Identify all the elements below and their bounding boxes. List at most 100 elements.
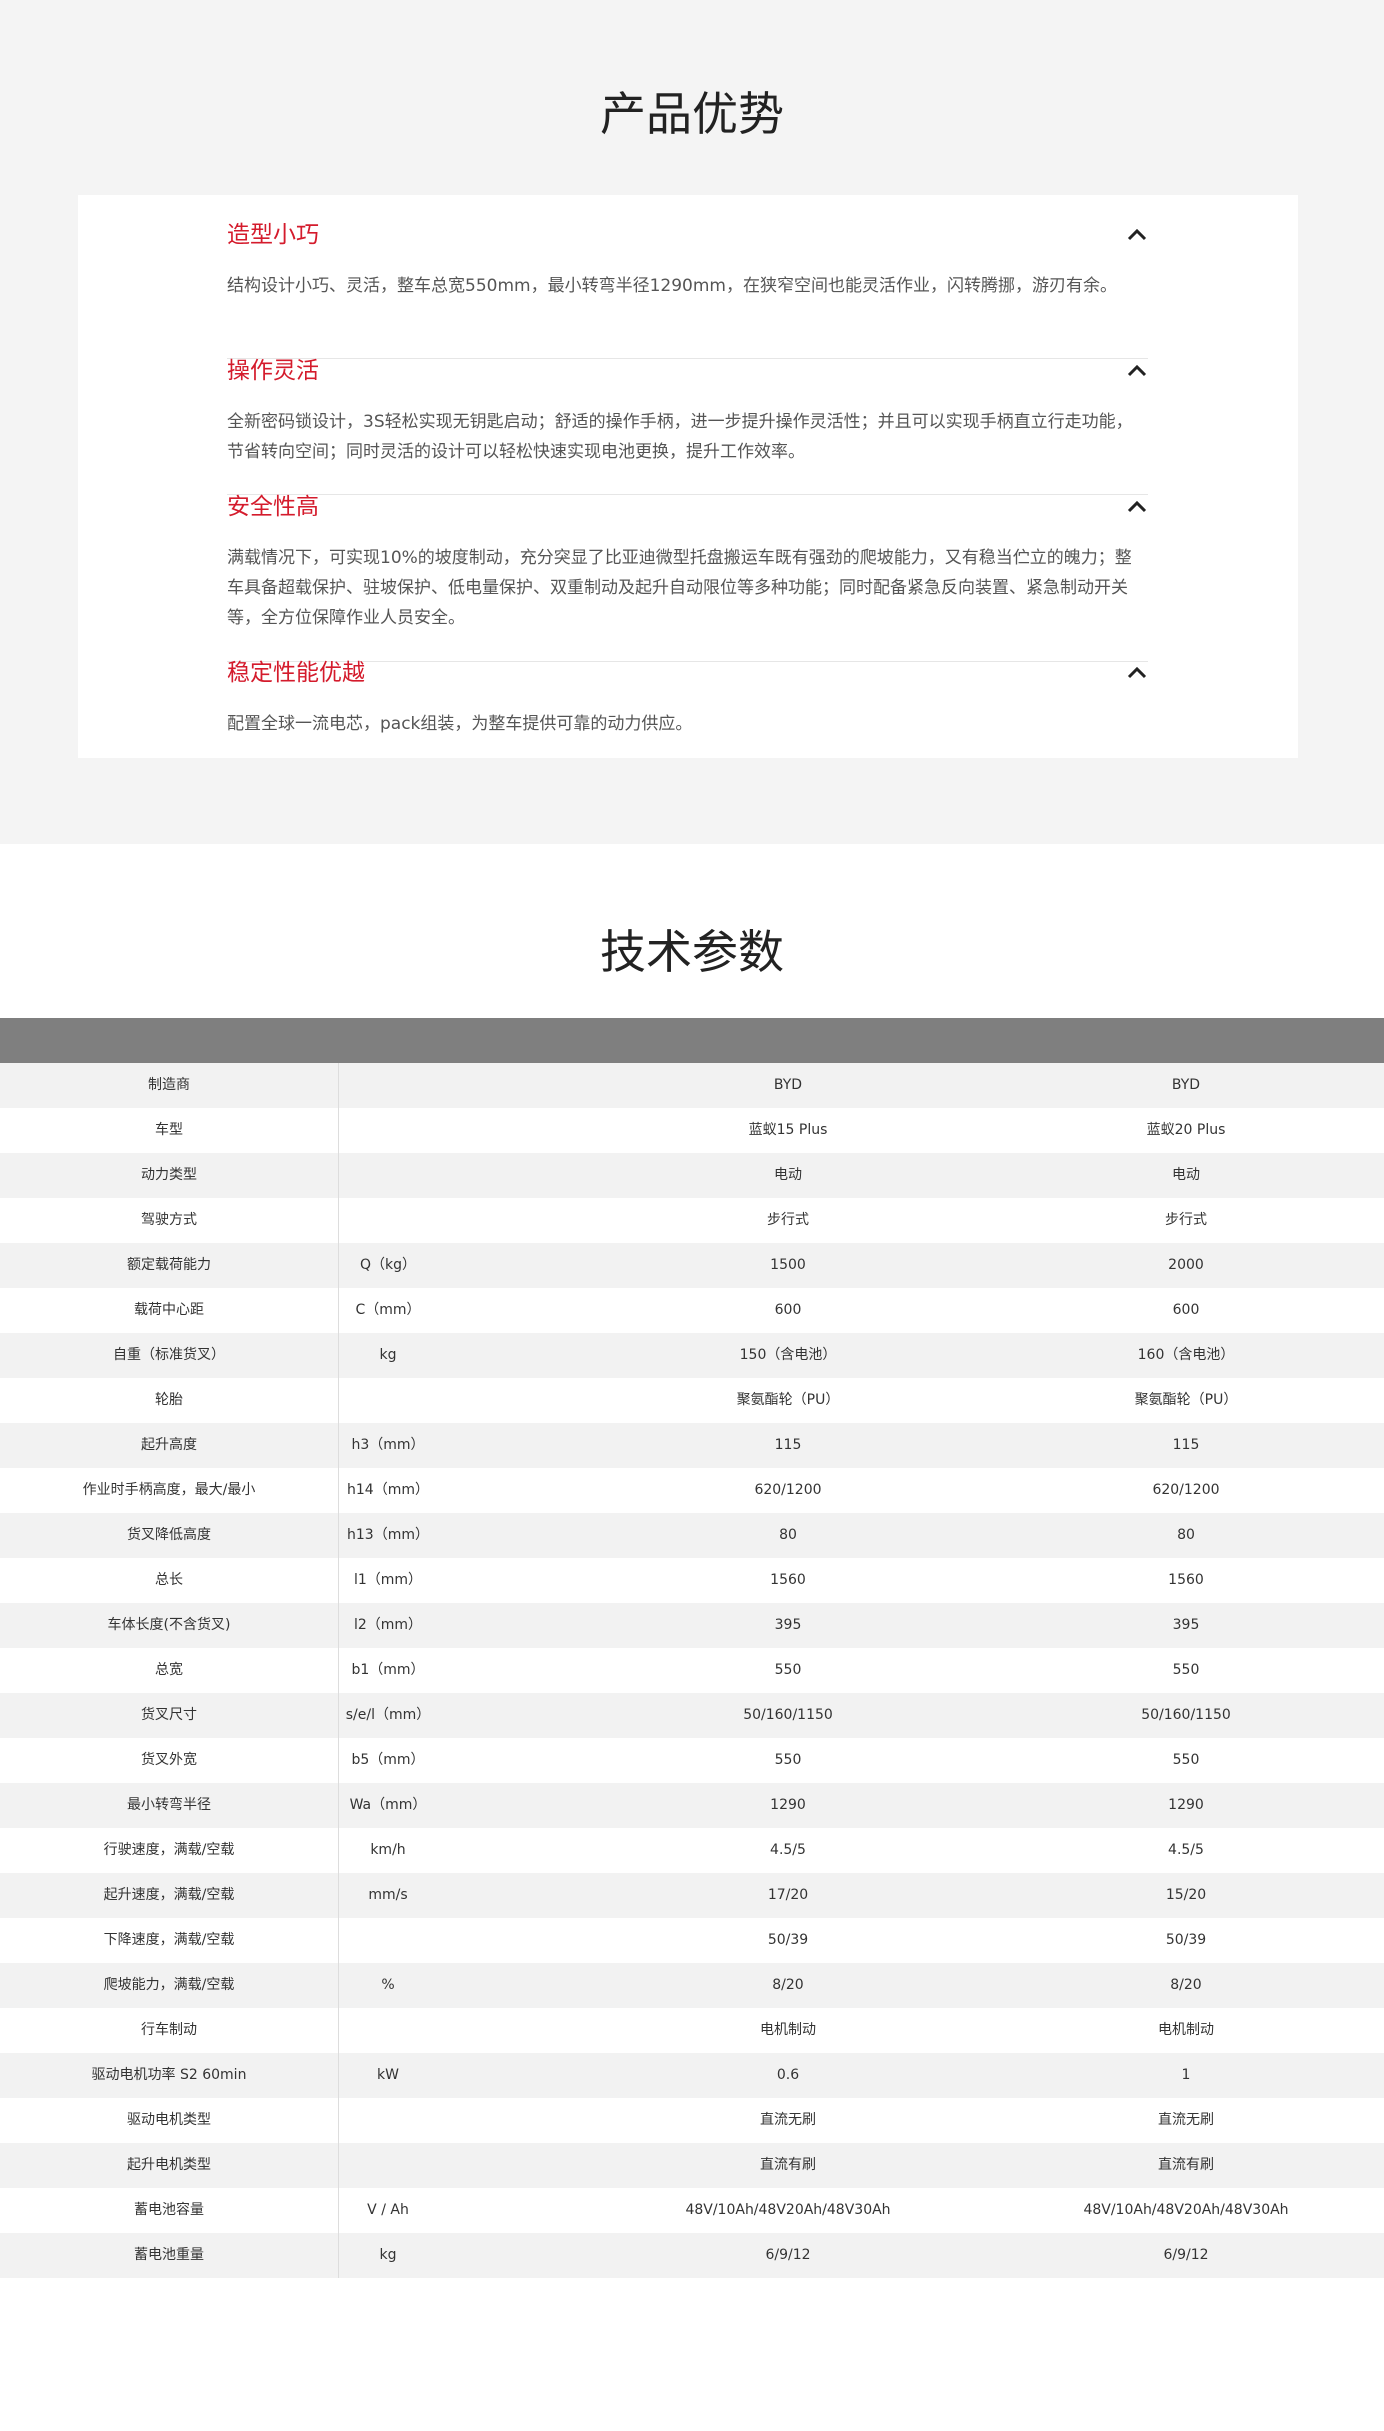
spec-value-15plus-cell: 80 xyxy=(779,1527,797,1543)
spec-value-20plus-cell: 1560 xyxy=(1168,1572,1204,1588)
spec-value-15plus-cell: 395 xyxy=(774,1617,802,1633)
spec-value-20plus-cell: 160（含电池） xyxy=(1137,1347,1235,1363)
spec-name-cell: 轮胎 xyxy=(155,1392,183,1408)
spec-value-20plus-cell: 直流有刷 xyxy=(1158,2157,1214,2173)
spec-unit-cell: km/h xyxy=(370,1842,406,1858)
advantage-description: 配置全球一流电芯，pack组装，为整车提供可靠的动力供应。 xyxy=(227,714,693,734)
table-row: 蓄电池重量 kg 6/9/12 6/9/12 xyxy=(0,2233,1384,2278)
spec-name-cell: 爬坡能力，满载/空载 xyxy=(103,1977,235,1993)
spec-value-15plus-cell: 直流无刷 xyxy=(760,2112,816,2128)
table-row: 总宽 b1（mm） 550 550 xyxy=(0,1648,1384,1693)
table-row: 车体长度(不含货叉) l2（mm） 395 395 xyxy=(0,1603,1384,1648)
spec-value-20plus-cell: 蓝蚁20 Plus xyxy=(1146,1122,1226,1138)
advantage-header[interactable]: 操作灵活 xyxy=(227,351,1148,391)
advantage-item-stability: 稳定性能优越 配置全球一流电芯，pack组装，为整车提供可靠的动力供应。 xyxy=(227,653,1148,743)
spec-value-15plus-cell: BYD xyxy=(773,1077,803,1093)
spec-value-15plus-cell: 电动 xyxy=(774,1167,802,1183)
advantage-header[interactable]: 造型小巧 xyxy=(227,215,1148,255)
spec-value-15plus-cell: 115 xyxy=(774,1437,802,1453)
spec-unit-cell: Q（kg） xyxy=(359,1257,416,1273)
spec-name-cell: 驱动电机类型 xyxy=(127,2112,211,2128)
advantages-section: 产品优势 造型小巧 结构设计小巧、灵活，整车总宽550mm，最小转弯半径1290… xyxy=(0,0,1384,844)
spec-value-15plus-cell: 0.6 xyxy=(776,2067,800,2083)
table-row: 自重（标准货叉） kg 150（含电池） 160（含电池） xyxy=(0,1333,1384,1378)
chevron-up-icon[interactable] xyxy=(1126,662,1148,684)
spec-name-cell: 起升电机类型 xyxy=(127,2157,211,2173)
advantage-item-safety: 安全性高 满载情况下，可实现10%的坡度制动，充分突显了比亚迪微型托盘搬运车既有… xyxy=(227,487,1148,662)
spec-value-15plus-cell: 620/1200 xyxy=(754,1482,822,1498)
spec-value-20plus-cell: 步行式 xyxy=(1165,1212,1207,1228)
chevron-up-icon[interactable] xyxy=(1126,360,1148,382)
spec-value-15plus-cell: 550 xyxy=(774,1662,802,1678)
spec-value-20plus-cell: 600 xyxy=(1172,1302,1200,1318)
spec-name-cell: 行车制动 xyxy=(141,2022,197,2038)
spec-value-15plus-cell: 步行式 xyxy=(767,1212,809,1228)
table-row: 起升电机类型 直流有刷 直流有刷 xyxy=(0,2143,1384,2188)
advantage-item-compact: 造型小巧 结构设计小巧、灵活，整车总宽550mm，最小转弯半径1290mm，在狭… xyxy=(227,215,1148,359)
table-row: 爬坡能力，满载/空载% 8/20 8/20 xyxy=(0,1963,1384,2008)
advantage-header[interactable]: 稳定性能优越 xyxy=(227,653,1148,693)
advantages-title: 产品优势 xyxy=(600,87,784,141)
spec-name-cell: 最小转弯半径 xyxy=(127,1797,211,1813)
table-row: 驱动电机类型 直流无刷 直流无刷 xyxy=(0,2098,1384,2143)
spec-value-20plus-cell: BYD xyxy=(1171,1077,1201,1093)
spec-name-cell: 动力类型 xyxy=(141,1167,197,1183)
spec-value-15plus-cell: 聚氨酯轮（PU） xyxy=(736,1392,840,1408)
spec-name-cell: 作业时手柄高度，最大/最小 xyxy=(82,1482,256,1498)
table-row: 轮胎 聚氨酯轮（PU） 聚氨酯轮（PU） xyxy=(0,1378,1384,1423)
spec-unit-cell: h14（mm） xyxy=(347,1482,429,1498)
chevron-up-icon[interactable] xyxy=(1126,496,1148,518)
advantage-title: 稳定性能优越 xyxy=(227,660,365,686)
spec-unit-cell: l2（mm） xyxy=(353,1617,423,1633)
spec-unit-cell xyxy=(338,1198,438,1243)
advantage-item-flexible: 操作灵活 全新密码锁设计，3S轻松实现无钥匙启动；舒适的操作手柄，进一步提升操作… xyxy=(227,351,1148,495)
spec-name-cell: 驱动电机功率 S2 60min xyxy=(91,2067,247,2083)
spec-unit-cell xyxy=(338,1153,438,1198)
table-row: 蓄电池容量 V / Ah 48V/10Ah/48V20Ah/48V30Ah 48V/1… xyxy=(0,2188,1384,2233)
spec-value-20plus-cell: 4.5/5 xyxy=(1168,1842,1204,1858)
spec-name-cell: 起升高度 xyxy=(141,1437,197,1453)
spec-value-20plus-cell: 50/39 xyxy=(1165,1932,1207,1948)
table-row: 最小转弯半径 Wa（mm） 1290 1290 xyxy=(0,1783,1384,1828)
spec-name-cell: 总宽 xyxy=(155,1662,183,1678)
spec-value-15plus-cell: 8/20 xyxy=(772,1977,804,1993)
table-row: 制造商 BYD BYD xyxy=(0,1063,1384,1108)
spec-value-20plus-cell: 1 xyxy=(1181,2067,1191,2083)
advantage-title: 操作灵活 xyxy=(227,358,319,384)
spec-value-20plus-cell: 115 xyxy=(1172,1437,1200,1453)
spec-unit-cell: kW xyxy=(377,2067,399,2083)
table-row: 起升高度 h3（mm） 115 115 xyxy=(0,1423,1384,1468)
spec-value-20plus-cell: 2000 xyxy=(1168,1257,1204,1273)
advantage-header[interactable]: 安全性高 xyxy=(227,487,1148,527)
chevron-up-icon[interactable] xyxy=(1126,224,1148,246)
table-row: 货叉外宽 b5（mm） 550 550 xyxy=(0,1738,1384,1783)
spec-value-15plus-cell: 150（含电池） xyxy=(739,1347,837,1363)
spec-table: 制造商 BYD BYD 车型 蓝蚁15 Plus 蓝蚁20 Plus 动力类型 电动 电动 驾驶方… xyxy=(0,1063,1384,2278)
advantage-title: 安全性高 xyxy=(227,494,319,520)
spec-name-cell: 行驶速度，满载/空载 xyxy=(103,1842,235,1858)
spec-name-cell: 自重（标准货叉） xyxy=(113,1347,225,1363)
spec-unit-cell xyxy=(338,1108,438,1153)
spec-name-cell: 车型 xyxy=(155,1122,183,1138)
table-row: 起升速度，满载/空载 mm/s 17/20 15/20 xyxy=(0,1873,1384,1918)
table-row: 货叉尺寸 s/e/l（mm） 50/160/1150 50/160/1150 xyxy=(0,1693,1384,1738)
table-row: 总长 l1（mm） 1560 1560 xyxy=(0,1558,1384,1603)
specs-title: 技术参数 xyxy=(600,925,784,979)
spec-unit-cell xyxy=(338,2008,438,2053)
table-row: 驾驶方式 步行式 步行式 xyxy=(0,1198,1384,1243)
spec-unit-cell: kg xyxy=(379,2247,397,2263)
spec-value-15plus-cell: 17/20 xyxy=(767,1887,809,1903)
spec-value-20plus-cell: 1290 xyxy=(1168,1797,1204,1813)
spec-value-20plus-cell: 550 xyxy=(1172,1752,1200,1768)
spec-value-15plus-cell: 600 xyxy=(774,1302,802,1318)
spec-value-15plus-cell: 1290 xyxy=(770,1797,806,1813)
spec-value-20plus-cell: 48V/10Ah/48V20Ah/48V30Ah xyxy=(1083,2202,1289,2218)
table-row: 货叉降低高度 h13（mm） 80 80 xyxy=(0,1513,1384,1558)
table-row: 动力类型 电动 电动 xyxy=(0,1153,1384,1198)
table-row: 额定载荷能力 Q（kg） 1500 2000 xyxy=(0,1243,1384,1288)
spec-unit-cell xyxy=(338,1918,438,1963)
table-row: 驱动电机功率 S2 60min kW 0.6 1 xyxy=(0,2053,1384,2098)
spec-value-20plus-cell: 395 xyxy=(1172,1617,1200,1633)
spec-value-15plus-cell: 蓝蚁15 Plus xyxy=(748,1122,828,1138)
spec-value-20plus-cell: 6/9/12 xyxy=(1163,2247,1209,2263)
